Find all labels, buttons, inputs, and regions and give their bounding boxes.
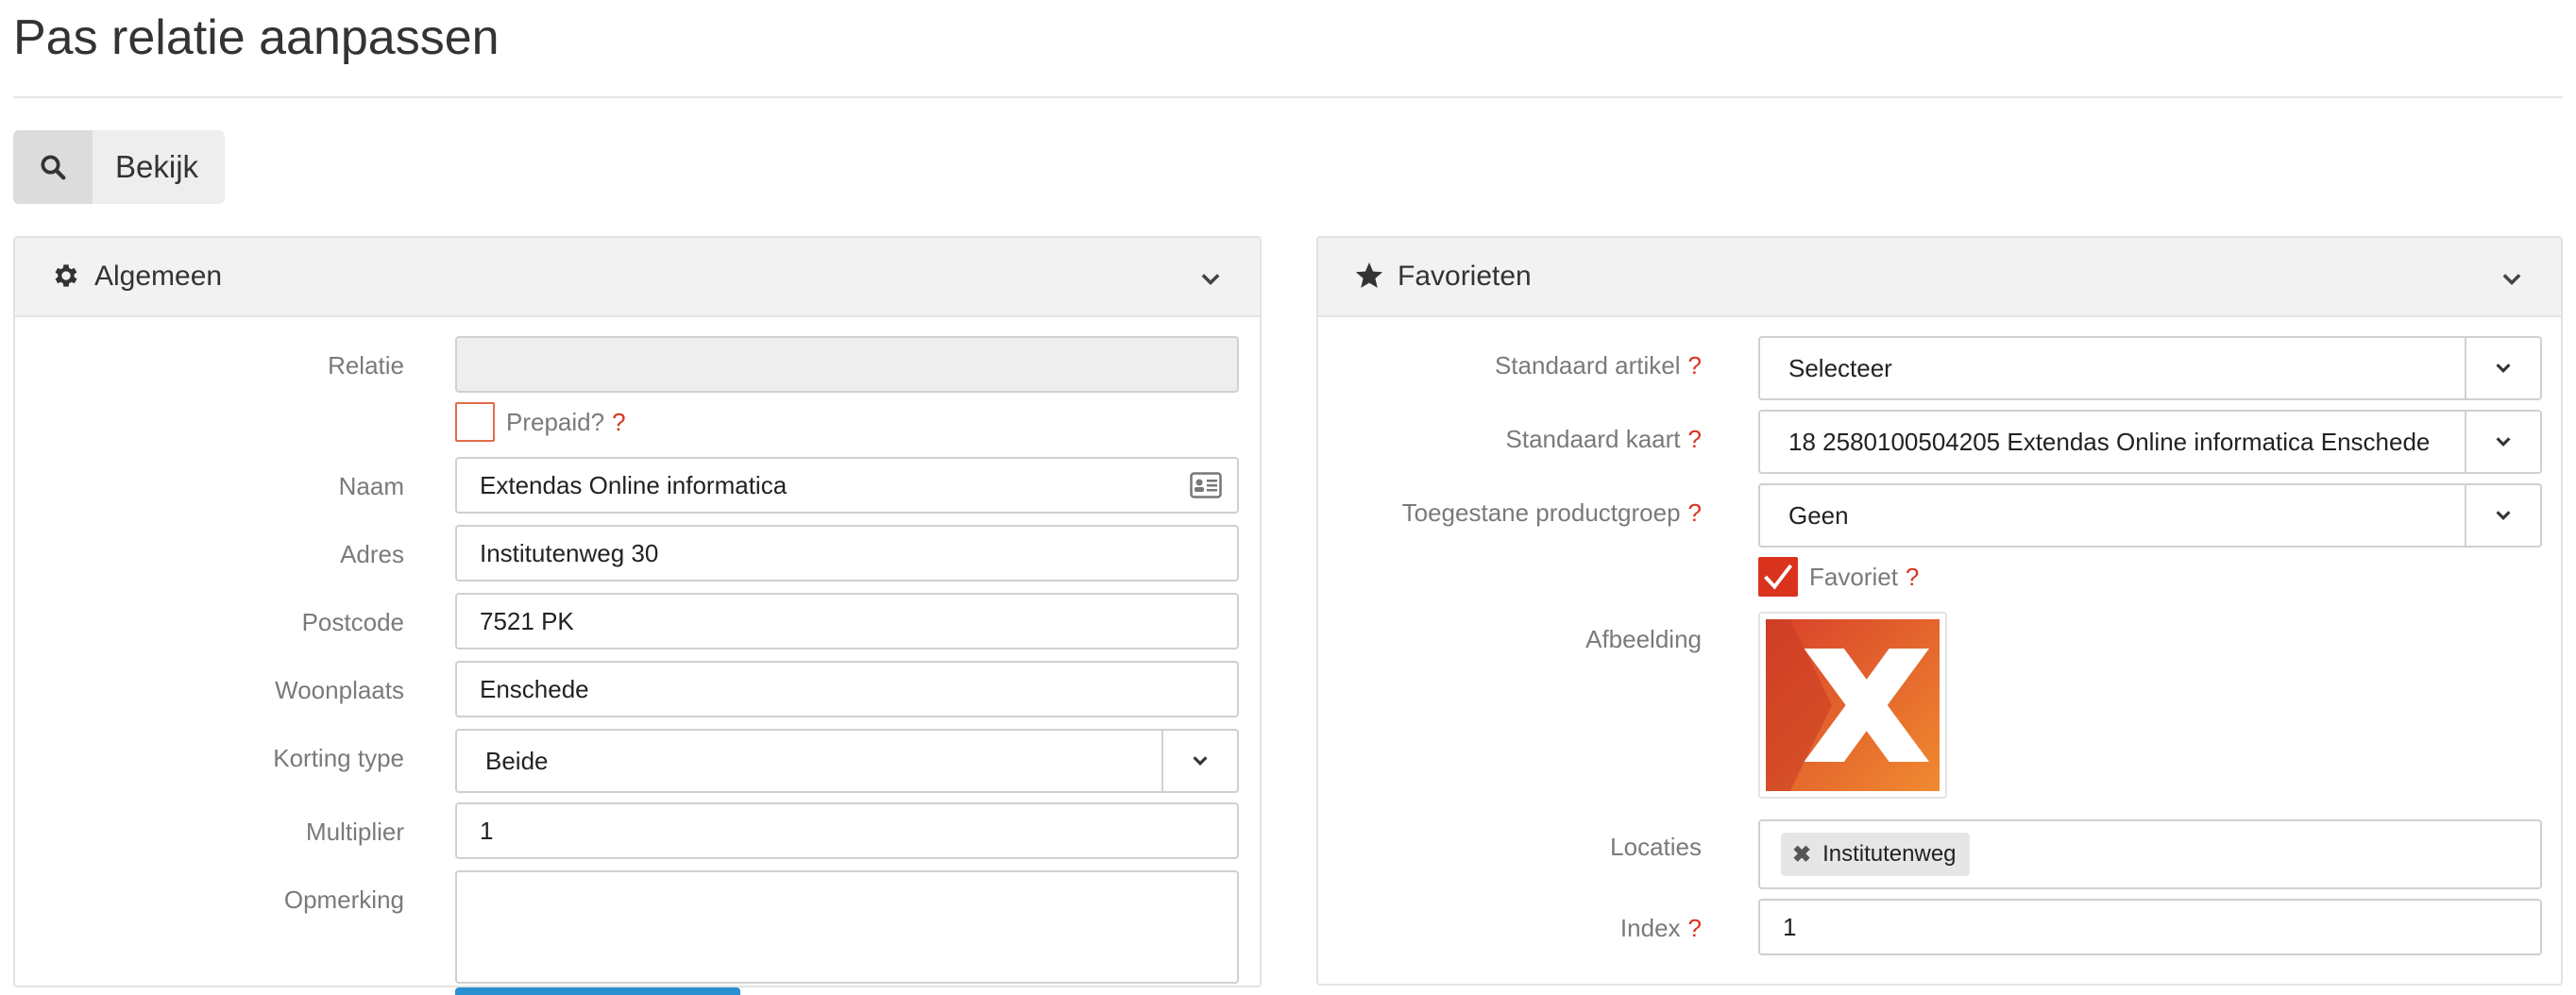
select-arrow [2465,485,2540,546]
locaties-field[interactable]: ✖ Institutenweg [1758,819,2542,889]
prepaid-label: Prepaid?? [506,408,626,437]
prepaid-checkbox[interactable] [455,402,495,442]
help-icon[interactable]: ? [612,408,625,436]
multiplier-field[interactable]: 1 [455,802,1239,859]
select-arrow [1161,731,1237,791]
standaard-artikel-value: Selecteer [1788,353,1892,382]
index-label-text: Index [1619,914,1681,942]
favoriet-checkbox[interactable] [1758,557,1798,597]
adres-label: Adres [340,540,404,568]
check-icon [1764,564,1793,590]
page-title: Pas relatie aanpassen [13,10,500,65]
adres-field[interactable]: Institutenweg 30 [455,525,1239,582]
opmerking-textarea[interactable] [455,870,1239,984]
logo-image[interactable] [1758,612,1947,799]
korting-type-label: Korting type [273,744,404,772]
chevron-down-icon [2496,363,2511,373]
star-icon [1355,262,1383,288]
chevron-down-icon [1193,756,1208,766]
opmerking-label: Opmerking [283,885,404,914]
prepaid-label-text: Prepaid? [506,408,605,436]
title-divider [13,96,2563,98]
view-button[interactable]: Bekijk [13,130,225,204]
panel-algemeen: Algemeen Relatie Prepaid?? Naam Extendas… [13,236,1262,987]
woonplaats-field[interactable]: Enschede [455,661,1239,717]
panel-title: Favorieten [1398,261,1532,292]
help-icon[interactable]: ? [1906,563,1919,591]
extendas-logo-icon [1766,619,1940,791]
multiplier-label: Multiplier [305,818,404,846]
korting-type-select[interactable]: Beide [455,729,1239,793]
naam-field[interactable]: Extendas Online informatica [455,457,1239,514]
standaard-artikel-label-text: Standaard artikel [1494,351,1681,379]
woonplaats-label: Woonplaats [275,676,404,704]
select-arrow [2465,338,2540,398]
productgroep-label: Toegestane productgroep? [1402,498,1702,528]
remove-tag-icon[interactable]: ✖ [1792,841,1811,869]
chevron-down-icon [2496,437,2511,447]
korting-type-value: Beide [485,746,549,775]
postcode-field[interactable]: 7521 PK [455,593,1239,649]
search-icon [13,130,93,204]
contact-card-icon[interactable] [1190,472,1222,498]
help-icon[interactable]: ? [1688,914,1702,942]
panel-header-algemeen: Algemeen [15,238,1260,317]
productgroep-label-text: Toegestane productgroep [1401,498,1681,527]
index-field[interactable]: 1 [1758,899,2542,955]
chevron-down-icon [2496,511,2511,520]
relatie-field[interactable] [455,336,1239,393]
panel-title: Algemeen [94,261,223,292]
help-icon[interactable]: ? [1688,498,1702,527]
panel-favorieten: Favorieten Standaard artikel? Selecteer … [1316,236,2563,986]
favoriet-label-text: Favoriet [1809,563,1898,591]
panel-header-favorieten: Favorieten [1318,238,2561,317]
help-icon[interactable]: ? [1688,351,1702,379]
help-icon[interactable]: ? [1688,425,1702,453]
favoriet-label: Favoriet? [1809,563,1919,592]
productgroep-value: Geen [1788,500,1849,530]
standaard-artikel-label: Standaard artikel? [1495,351,1702,380]
index-label: Index? [1620,914,1702,943]
relatie-label: Relatie [328,351,404,379]
afbeelding-label: Afbeelding [1585,625,1702,653]
view-button-label: Bekijk [115,149,199,184]
naam-label: Naam [338,472,404,500]
standaard-kaart-select[interactable]: 18 2580100504205 Extendas Online informa… [1758,410,2542,474]
naam-value: Extendas Online informatica [480,470,788,499]
chevron-down-icon[interactable] [2499,266,2525,293]
locaties-label: Locaties [1610,833,1702,861]
chevron-down-icon[interactable] [1197,266,1224,293]
gear-icon [55,264,77,287]
productgroep-select[interactable]: Geen [1758,483,2542,548]
standaard-kaart-value: 18 2580100504205 Extendas Online informa… [1788,427,2431,456]
location-tag: ✖ Institutenweg [1781,833,1970,876]
standaard-kaart-label-text: Standaard kaart [1505,425,1681,453]
standaard-kaart-label: Standaard kaart? [1506,425,1702,454]
postcode-label: Postcode [301,608,404,636]
select-arrow [2465,412,2540,472]
location-tag-label: Institutenweg [1822,841,1957,867]
standaard-artikel-select[interactable]: Selecteer [1758,336,2542,400]
save-button[interactable] [455,987,740,995]
